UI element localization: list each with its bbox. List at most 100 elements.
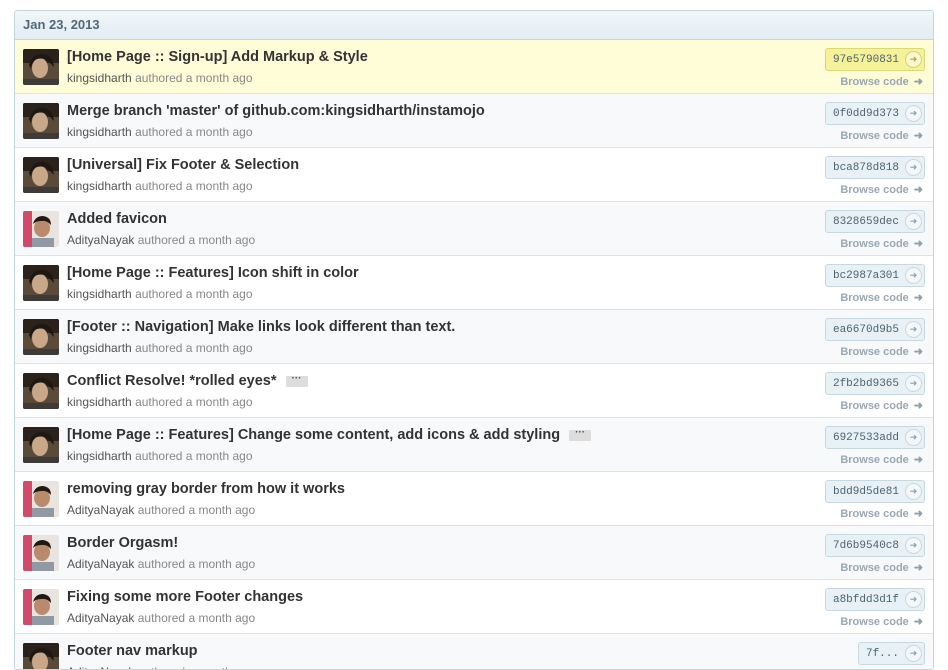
author-avatar[interactable] (23, 589, 59, 625)
arrow-right-icon[interactable]: ➜ (905, 375, 922, 392)
browse-code-link[interactable]: Browse code➜ (840, 237, 923, 250)
author-link[interactable]: kingsidharth (67, 287, 132, 301)
commit-sha[interactable]: 7d6b9540c8 (833, 540, 899, 552)
commit-message-link[interactable]: [Home Page :: Features] Icon shift in co… (67, 265, 359, 281)
commit-sha-button[interactable]: bc2987a301➜ (825, 264, 925, 287)
author-link[interactable]: AdityaNayak (67, 233, 134, 247)
commit-row[interactable]: [Universal] Fix Footer & Selection kingsi… (15, 148, 933, 202)
browse-code-label[interactable]: Browse code (840, 454, 908, 466)
commit-message-link[interactable]: Fixing some more Footer changes (67, 589, 303, 605)
browse-code-link[interactable]: Browse code➜ (840, 615, 923, 628)
author-avatar[interactable] (23, 211, 59, 247)
commit-sha[interactable]: a8bfdd3d1f (833, 594, 899, 606)
arrow-right-icon[interactable]: ➜ (905, 51, 922, 68)
author-avatar[interactable] (23, 481, 59, 517)
arrow-right-icon[interactable]: ➜ (905, 645, 922, 662)
browse-code-label[interactable]: Browse code (840, 184, 908, 196)
commit-sha-button[interactable]: 97e5790831 ➜ (825, 48, 925, 71)
commit-row[interactable]: Footer nav markupAdityaNayak authored a … (15, 634, 933, 670)
browse-code-label[interactable]: Browse code (840, 400, 908, 412)
browse-code-label[interactable]: Browse code (840, 76, 908, 88)
commit-sha-button[interactable]: 7f... ➜ (858, 642, 925, 665)
commit-row[interactable]: removing gray border from how it works Ad… (15, 472, 933, 526)
browse-code-label[interactable]: Browse code (840, 616, 908, 628)
commit-row[interactable]: Added faviconAdityaNayak authored a mont… (15, 202, 933, 256)
author-avatar[interactable] (23, 319, 59, 355)
commit-sha[interactable]: 97e5790831 (833, 54, 899, 66)
author-link[interactable]: kingsidharth (67, 449, 132, 463)
expand-message-button[interactable]: ··· (569, 430, 591, 441)
commit-message-link[interactable]: [Universal] Fix Footer & Selection (67, 157, 299, 173)
author-link[interactable]: kingsidharth (67, 71, 132, 85)
arrow-right-icon[interactable]: ➜ (905, 591, 922, 608)
author-link[interactable]: kingsidharth (67, 341, 132, 355)
commit-sha-button[interactable]: bdd9d5de81 ➜ (825, 480, 925, 503)
arrow-right-icon[interactable]: ➜ (905, 483, 922, 500)
commit-sha[interactable]: bdd9d5de81 (833, 486, 899, 498)
commit-message-link[interactable]: Added favicon (67, 211, 167, 227)
browse-code-link[interactable]: Browse code➜ (840, 453, 923, 466)
browse-code-link[interactable]: Browse code➜ (840, 399, 923, 412)
author-link[interactable]: kingsidharth (67, 179, 132, 193)
commit-message-link[interactable]: Conflict Resolve! *rolled eyes* (67, 373, 277, 389)
arrow-right-icon[interactable]: ➜ (905, 105, 922, 122)
commit-sha[interactable]: 6927533add (833, 432, 899, 444)
commit-message-link[interactable]: Border Orgasm! (67, 535, 178, 551)
commit-row[interactable]: Conflict Resolve! *rolled eyes* ··· kingsi… (15, 364, 933, 418)
browse-code-link[interactable]: Browse code➜ (840, 129, 923, 142)
commit-sha-button[interactable]: ea6670d9b5 ➜ (825, 318, 925, 341)
commit-message-link[interactable]: Merge branch 'master' of github.com:king… (67, 103, 485, 119)
commit-sha-button[interactable]: bca878d818 ➜ (825, 156, 925, 179)
author-avatar[interactable] (23, 103, 59, 139)
commit-sha-button[interactable]: 2fb2bd9365 ➜ (825, 372, 925, 395)
commit-sha[interactable]: 8328659dec (833, 216, 899, 228)
browse-code-link[interactable]: Browse code➜ (840, 561, 923, 574)
commit-row[interactable]: Fixing some more Footer changes AdityaNay… (15, 580, 933, 634)
commit-sha[interactable]: 2fb2bd9365 (833, 378, 899, 390)
commit-sha-button[interactable]: 6927533add➜ (825, 426, 925, 449)
commit-sha-button[interactable]: 8328659dec ➜ (825, 210, 925, 233)
author-avatar[interactable] (23, 535, 59, 571)
commit-message-link[interactable]: Footer nav markup (67, 643, 198, 659)
commit-row[interactable]: Border Orgasm!AdityaNayak authored a mon… (15, 526, 933, 580)
commit-message-link[interactable]: [Footer :: Navigation] Make links look d… (67, 319, 455, 335)
arrow-right-icon[interactable]: ➜ (905, 321, 922, 338)
browse-code-link[interactable]: Browse code➜ (840, 75, 923, 88)
browse-code-label[interactable]: Browse code (840, 508, 908, 520)
browse-code-link[interactable]: Browse code➜ (840, 291, 923, 304)
arrow-right-icon[interactable]: ➜ (905, 159, 922, 176)
browse-code-label[interactable]: Browse code (840, 292, 908, 304)
author-avatar[interactable] (23, 157, 59, 193)
author-avatar[interactable] (23, 427, 59, 463)
author-link[interactable]: AdityaNayak (67, 503, 134, 517)
commit-message-link[interactable]: removing gray border from how it works (67, 481, 345, 497)
browse-code-link[interactable]: Browse code➜ (840, 183, 923, 196)
author-link[interactable]: kingsidharth (67, 395, 132, 409)
author-avatar[interactable] (23, 643, 59, 670)
commit-sha[interactable]: bc2987a301 (833, 270, 899, 282)
author-link[interactable]: AdityaNayak (67, 611, 134, 625)
expand-message-button[interactable]: ··· (286, 376, 308, 387)
commit-sha[interactable]: 0f0dd9d373 (833, 108, 899, 120)
author-link[interactable]: kingsidharth (67, 125, 132, 139)
author-avatar[interactable] (23, 49, 59, 85)
author-link[interactable]: AdityaNayak (67, 557, 134, 571)
commit-sha[interactable]: 7f... (866, 648, 899, 660)
arrow-right-icon[interactable]: ➜ (905, 537, 922, 554)
author-link[interactable]: AdityaNayak (67, 665, 134, 670)
browse-code-label[interactable]: Browse code (840, 346, 908, 358)
commit-row[interactable]: [Home Page :: Sign-up] Add Markup & Styl… (15, 40, 933, 94)
browse-code-label[interactable]: Browse code (840, 130, 908, 142)
commit-sha-button[interactable]: 7d6b9540c8 ➜ (825, 534, 925, 557)
arrow-right-icon[interactable]: ➜ (905, 213, 922, 230)
author-avatar[interactable] (23, 373, 59, 409)
commit-sha[interactable]: bca878d818 (833, 162, 899, 174)
browse-code-link[interactable]: Browse code➜ (840, 345, 923, 358)
commit-sha[interactable]: ea6670d9b5 (833, 324, 899, 336)
commit-row[interactable]: [Home Page :: Features] Icon shift in co… (15, 256, 933, 310)
commit-sha-button[interactable]: 0f0dd9d373 ➜ (825, 102, 925, 125)
browse-code-link[interactable]: Browse code➜ (840, 507, 923, 520)
commit-row[interactable]: [Footer :: Navigation] Make links look d… (15, 310, 933, 364)
browse-code-label[interactable]: Browse code (840, 562, 908, 574)
browse-code-label[interactable]: Browse code (840, 238, 908, 250)
